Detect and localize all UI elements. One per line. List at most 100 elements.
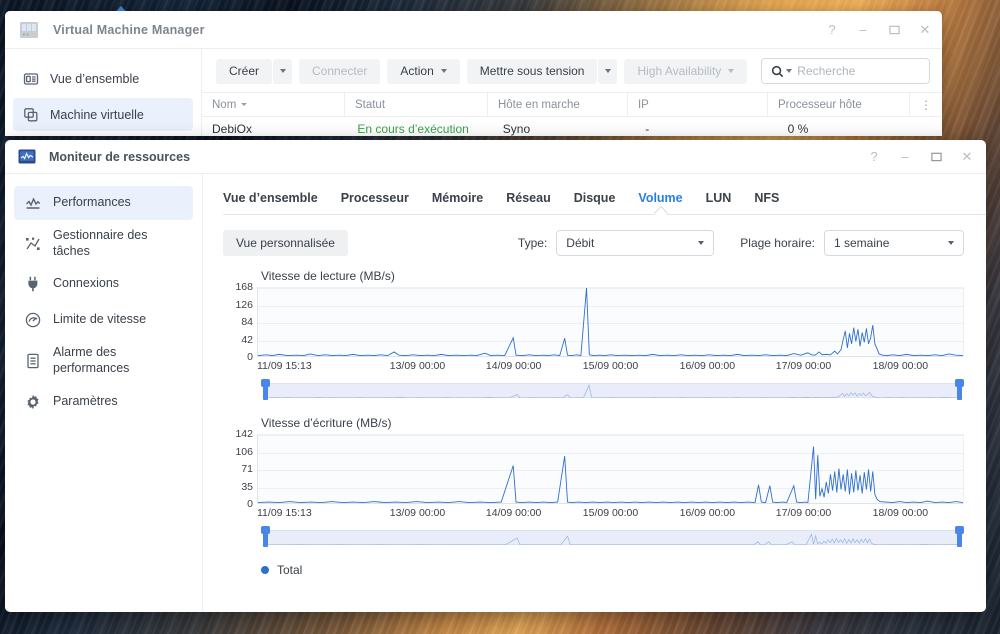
- range-handle-left[interactable]: [263, 380, 268, 400]
- y-tick-label: 0: [247, 498, 253, 510]
- plot-area-read[interactable]: [257, 287, 964, 357]
- y-tick-label: 126: [235, 299, 253, 311]
- minimize-button[interactable]: –: [898, 150, 912, 164]
- virtual-machine-manager-window[interactable]: Virtual Machine Manager ? – ✕ Vue d’en: [5, 11, 942, 136]
- sidebar-item-parametres[interactable]: Paramètres: [14, 385, 193, 419]
- sidebar-item-label: Gestionnaire des tâches: [53, 228, 182, 259]
- tab-disque[interactable]: Disque: [574, 191, 616, 214]
- tab-reseau[interactable]: Réseau: [506, 191, 550, 214]
- x-tick-label: 15/09 00:00: [583, 360, 638, 372]
- vm-table: Nom Statut Hôte en marche IP Processeur …: [202, 92, 942, 136]
- close-button[interactable]: ✕: [918, 23, 932, 37]
- column-header-statut[interactable]: Statut: [345, 92, 488, 117]
- chart-legend: Total: [261, 563, 964, 577]
- custom-view-button[interactable]: Vue personnalisée: [223, 230, 348, 256]
- monitor-graph-icon: [18, 148, 36, 166]
- column-header-hote-en-marche[interactable]: Hôte en marche: [488, 92, 628, 117]
- time-range-select[interactable]: 1 semaine: [824, 230, 964, 256]
- y-tick-label: 0: [247, 351, 253, 363]
- type-select[interactable]: Débit: [556, 230, 714, 256]
- tab-vue-densemble[interactable]: Vue d’ensemble: [223, 191, 318, 214]
- range-slider-write[interactable]: [261, 529, 964, 547]
- sidebar-item-machine-virtuelle[interactable]: Machine virtuelle: [13, 98, 193, 131]
- tab-lun[interactable]: LUN: [706, 191, 732, 214]
- vmm-titlebar[interactable]: Virtual Machine Manager ? – ✕: [5, 11, 942, 49]
- x-tick-label: 14/09 00:00: [486, 507, 541, 519]
- high-availability-label: High Availability: [637, 64, 721, 78]
- tab-volume[interactable]: Volume: [638, 191, 682, 214]
- create-button[interactable]: Créer: [216, 59, 272, 84]
- rm-titlebar[interactable]: Moniteur de ressources ? – ✕: [5, 140, 986, 174]
- action-menu-button[interactable]: Action: [387, 59, 459, 84]
- sidebar-item-performances[interactable]: Performances: [14, 186, 193, 220]
- y-tick-label: 42: [241, 334, 253, 346]
- maximize-button[interactable]: [887, 23, 901, 37]
- time-range-select-value: 1 semaine: [834, 236, 936, 250]
- resource-monitor-window[interactable]: Moniteur de ressources ? – ✕ Performance…: [5, 140, 986, 612]
- overview-icon: [23, 71, 39, 87]
- column-options-button[interactable]: ⋮: [910, 92, 942, 117]
- x-tick-label: 18/09 00:00: [873, 360, 928, 372]
- table-row[interactable]: DebiOx En cours d’exécution Syno - 0 %: [202, 117, 942, 136]
- high-availability-menu-button[interactable]: High Availability: [624, 59, 747, 84]
- sidebar-item-label: Performances: [53, 195, 131, 211]
- connect-button[interactable]: Connecter: [299, 59, 380, 84]
- vmm-window-controls[interactable]: ? – ✕: [825, 23, 932, 37]
- rm-window-controls[interactable]: ? – ✕: [867, 150, 974, 164]
- column-header-nom[interactable]: Nom: [202, 92, 345, 117]
- range-slider-read[interactable]: [261, 382, 964, 400]
- search-placeholder: Recherche: [797, 64, 855, 78]
- cell-statut: En cours d’exécution: [347, 117, 492, 136]
- sidebar-item-label: Machine virtuelle: [50, 108, 144, 122]
- close-button[interactable]: ✕: [960, 150, 974, 164]
- power-on-button[interactable]: Mettre sous tension: [467, 59, 598, 84]
- power-on-dropdown-button[interactable]: [598, 59, 617, 84]
- x-tick-label: 18/09 00:00: [873, 507, 928, 519]
- vmm-sidebar: Vue d’ensemble Machine virtuelle: [5, 49, 202, 136]
- sidebar-item-vue-densemble[interactable]: Vue d’ensemble: [13, 62, 193, 95]
- sidebar-item-label: Vue d’ensemble: [50, 72, 139, 86]
- help-button[interactable]: ?: [867, 150, 881, 164]
- range-handle-right[interactable]: [957, 527, 962, 547]
- chevron-down-icon[interactable]: [786, 69, 792, 73]
- tab-processeur[interactable]: Processeur: [341, 191, 409, 214]
- sidebar-item-connexions[interactable]: Connexions: [14, 267, 193, 301]
- sidebar-item-limite-de-vitesse[interactable]: Limite de vitesse: [14, 303, 193, 337]
- help-button[interactable]: ?: [825, 23, 839, 37]
- range-overview-series: [267, 383, 958, 398]
- plug-icon: [25, 276, 41, 292]
- range-handle-right[interactable]: [957, 380, 962, 400]
- column-header-ip[interactable]: IP: [628, 92, 768, 117]
- x-tick-label: 15/09 00:00: [583, 507, 638, 519]
- power-on-split-button[interactable]: Mettre sous tension: [467, 59, 618, 84]
- maximize-button[interactable]: [929, 150, 943, 164]
- rm-sidebar: Performances Gestionnaire des tâches: [5, 174, 203, 612]
- sidebar-item-label: Alarme des performances: [53, 345, 182, 376]
- copy-icon: [23, 107, 39, 123]
- gear-icon: [25, 394, 41, 410]
- chevron-down-icon: [728, 69, 734, 73]
- plot-area-write[interactable]: [257, 434, 964, 504]
- time-range-label: Plage horaire:: [740, 236, 815, 250]
- create-split-button[interactable]: Créer: [216, 59, 292, 84]
- tab-memoire[interactable]: Mémoire: [432, 191, 483, 214]
- x-tick-label: 17/09 00:00: [776, 360, 831, 372]
- task-manager-icon: [25, 236, 41, 252]
- x-tick-label: 11/09 15:13: [257, 360, 312, 372]
- x-tick-label: 13/09 00:00: [390, 360, 445, 372]
- range-handle-left[interactable]: [263, 527, 268, 547]
- table-header-row: Nom Statut Hôte en marche IP Processeur …: [202, 92, 942, 117]
- rm-controls-row: Vue personnalisée Type: Débit Plage hora…: [203, 215, 986, 259]
- y-tick-label: 71: [241, 463, 253, 475]
- vmm-window-title: Virtual Machine Manager: [53, 23, 205, 37]
- sidebar-item-alarme-des-performances[interactable]: Alarme des performances: [14, 339, 193, 382]
- create-dropdown-button[interactable]: [273, 59, 292, 84]
- column-header-processeur-hote[interactable]: Processeur hôte: [768, 92, 910, 117]
- tab-nfs[interactable]: NFS: [754, 191, 779, 214]
- search-input[interactable]: Recherche: [761, 58, 930, 84]
- y-tick-label: 142: [235, 428, 253, 440]
- y-tick-label: 168: [235, 281, 253, 293]
- minimize-button[interactable]: –: [856, 23, 870, 37]
- range-overview-mini: [267, 383, 958, 398]
- sidebar-item-gestionnaire-des-taches[interactable]: Gestionnaire des tâches: [14, 222, 193, 265]
